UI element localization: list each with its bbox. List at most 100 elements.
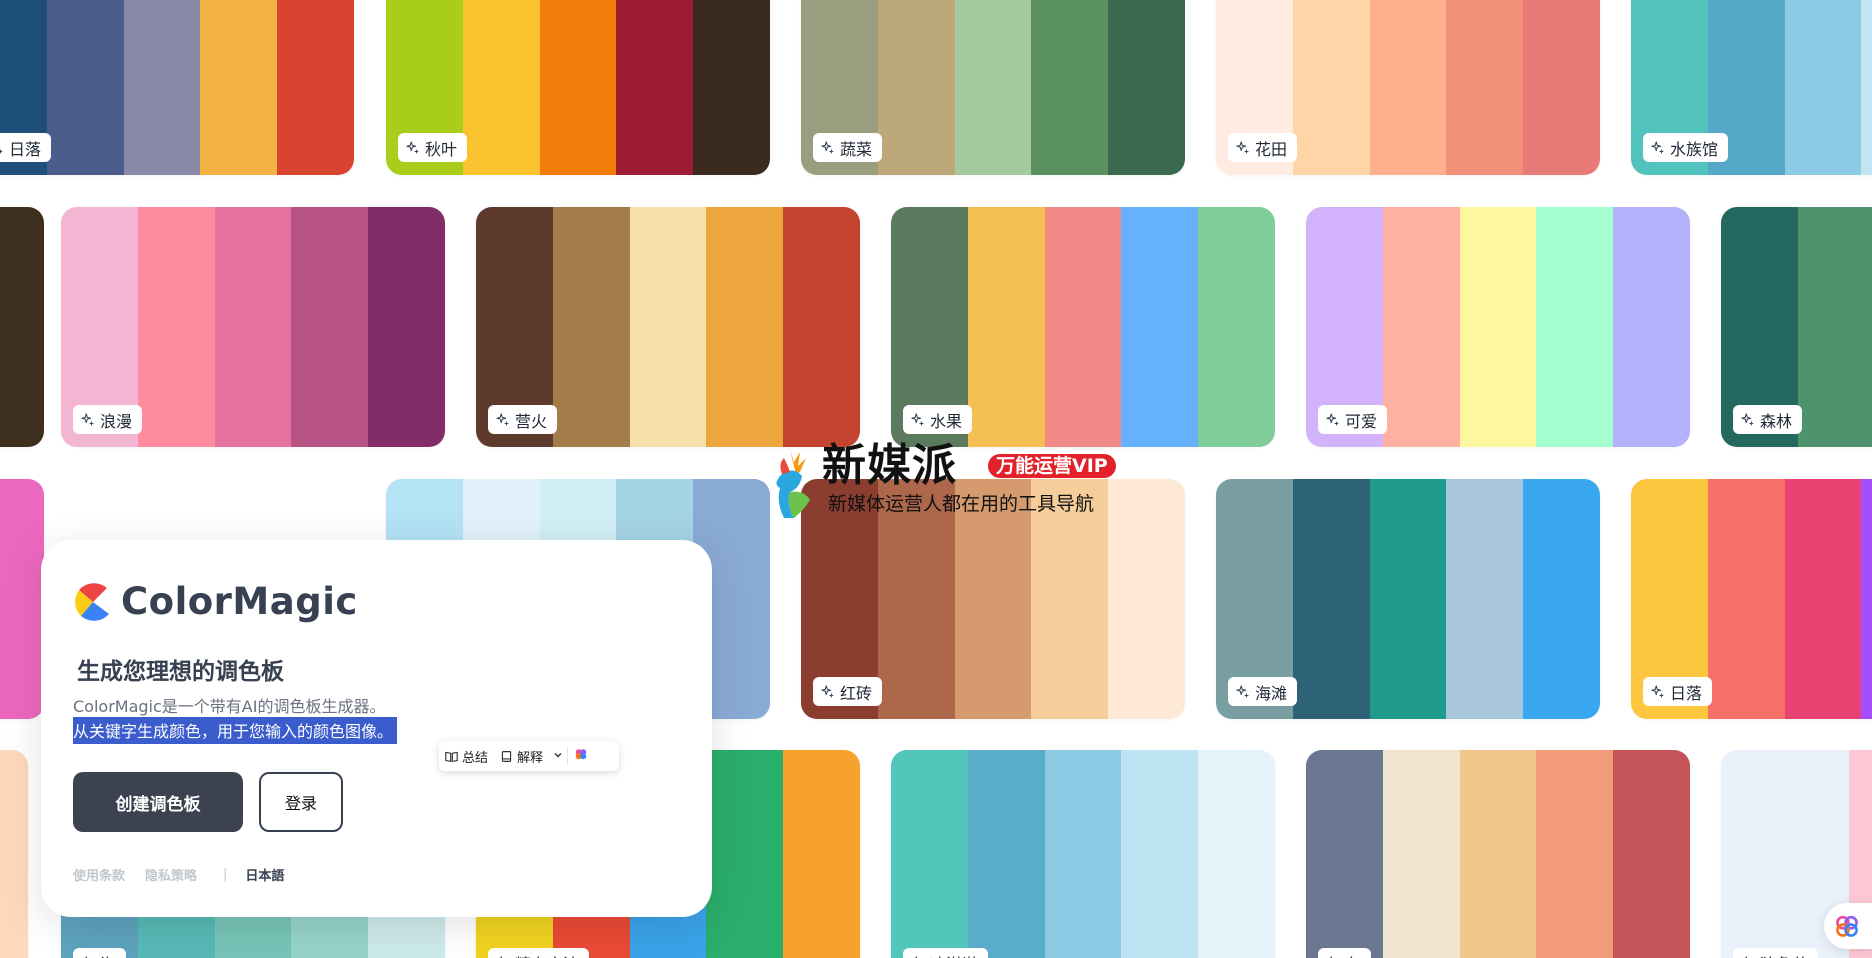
color-swatch[interactable] (891, 750, 968, 958)
color-swatch[interactable] (368, 207, 445, 447)
palette-card[interactable]: 蔬菜 (801, 0, 1185, 175)
color-swatch[interactable] (1613, 207, 1690, 447)
color-swatch[interactable] (1198, 207, 1275, 447)
color-swatch[interactable] (137, 207, 215, 447)
color-swatch[interactable] (629, 207, 707, 447)
color-swatch[interactable] (1613, 750, 1690, 958)
color-swatch[interactable] (1382, 207, 1460, 447)
color-swatch[interactable] (783, 207, 860, 447)
palette-card[interactable]: 秋叶 (386, 0, 770, 175)
color-swatch[interactable] (877, 0, 955, 175)
color-swatch[interactable] (1121, 750, 1199, 958)
color-swatch[interactable] (1382, 750, 1460, 958)
color-swatch[interactable] (1459, 750, 1537, 958)
color-swatch[interactable] (1292, 479, 1370, 719)
color-swatch[interactable] (954, 0, 1032, 175)
color-swatch[interactable] (693, 0, 770, 175)
palette-card[interactable]: 冰淇淋 (891, 750, 1275, 958)
palette-name-tag[interactable]: 冬 (1318, 948, 1372, 958)
palette-name-tag[interactable]: 水果 (903, 405, 973, 434)
privacy-link[interactable]: 隐私策略 (145, 865, 197, 884)
color-swatch[interactable] (1044, 207, 1122, 447)
color-swatch[interactable] (291, 207, 369, 447)
palette-card[interactable]: 森林 (1721, 207, 1872, 447)
create-palette-button[interactable]: 创建调色板 (73, 772, 243, 832)
palette-name-tag[interactable]: 日落 (0, 133, 52, 162)
color-swatch[interactable] (1198, 750, 1275, 958)
color-swatch[interactable] (1446, 0, 1524, 175)
color-swatch[interactable] (1523, 0, 1600, 175)
color-swatch[interactable] (1861, 0, 1872, 175)
palette-card[interactable] (0, 750, 28, 958)
color-swatch[interactable] (783, 750, 860, 958)
palette-card[interactable]: 冬 (1306, 750, 1690, 958)
summarize-button[interactable]: 总结 (439, 747, 494, 766)
more-actions-dropdown[interactable] (549, 749, 567, 764)
color-swatch[interactable] (1369, 0, 1447, 175)
palette-name-tag[interactable]: 森林 (1733, 405, 1803, 434)
palette-card[interactable]: 海滩 (1216, 479, 1600, 719)
color-swatch[interactable] (616, 0, 694, 175)
palette-card[interactable]: 水族馆 (1631, 0, 1872, 175)
color-swatch[interactable] (200, 0, 278, 175)
color-swatch[interactable] (46, 0, 124, 175)
palette-name-tag[interactable]: 海 (73, 948, 127, 958)
color-swatch[interactable] (1523, 479, 1600, 719)
color-swatch[interactable] (552, 207, 630, 447)
palette-card[interactable] (0, 207, 44, 447)
palette-card[interactable]: 日落 (0, 0, 354, 175)
palette-name-tag[interactable]: 营火 (488, 405, 558, 434)
color-swatch[interactable] (1536, 750, 1614, 958)
color-swatch[interactable] (123, 0, 201, 175)
palette-name-tag[interactable]: 精力充沛 (488, 948, 590, 958)
color-swatch[interactable] (1306, 750, 1383, 958)
color-swatch[interactable] (1369, 479, 1447, 719)
color-swatch[interactable] (706, 750, 784, 958)
color-swatch[interactable] (1784, 0, 1862, 175)
color-swatch[interactable] (967, 207, 1045, 447)
palette-name-tag[interactable]: 秋叶 (398, 133, 468, 162)
palette-card[interactable]: 营火 (476, 207, 860, 447)
ai-floating-button[interactable] (1824, 903, 1872, 949)
color-swatch[interactable] (1459, 207, 1537, 447)
color-swatch[interactable] (0, 207, 44, 447)
palette-name-tag[interactable]: 海滩 (1228, 677, 1298, 706)
ai-assistant-button[interactable] (568, 747, 594, 765)
palette-card[interactable]: 少 (0, 479, 44, 719)
palette-name-tag[interactable]: 冰淇淋 (903, 948, 989, 958)
palette-name-tag[interactable]: 可爱 (1318, 405, 1388, 434)
color-swatch[interactable] (706, 207, 784, 447)
color-swatch[interactable] (1121, 207, 1199, 447)
color-swatch[interactable] (1861, 479, 1872, 719)
palette-card[interactable]: 日落 (1631, 479, 1872, 719)
color-swatch[interactable] (1108, 0, 1185, 175)
palette-card[interactable]: 浪漫 (61, 207, 445, 447)
login-button[interactable]: 登录 (259, 772, 343, 832)
color-swatch[interactable] (1031, 0, 1109, 175)
palette-name-tag[interactable]: 独角兽 (1733, 948, 1819, 958)
palette-name-tag[interactable]: 水族馆 (1643, 133, 1729, 162)
color-swatch[interactable] (0, 750, 28, 958)
terms-link[interactable]: 使用条款 (73, 865, 125, 884)
color-swatch[interactable] (462, 0, 540, 175)
color-swatch[interactable] (1797, 207, 1872, 447)
palette-name-tag[interactable]: 花田 (1228, 133, 1298, 162)
color-swatch[interactable] (214, 207, 292, 447)
palette-card[interactable]: 花田 (1216, 0, 1600, 175)
palette-name-tag[interactable]: 红砖 (813, 677, 883, 706)
color-swatch[interactable] (539, 0, 617, 175)
color-swatch[interactable] (1044, 750, 1122, 958)
palette-name-tag[interactable]: 浪漫 (73, 405, 143, 434)
color-swatch[interactable] (1536, 207, 1614, 447)
palette-card[interactable]: 水果 (891, 207, 1275, 447)
palette-name-tag[interactable]: 蔬菜 (813, 133, 883, 162)
color-swatch[interactable] (1784, 479, 1862, 719)
color-swatch[interactable] (277, 0, 354, 175)
explain-button[interactable]: 解释 (494, 747, 549, 766)
color-swatch[interactable] (1446, 479, 1524, 719)
language-link[interactable]: 日本語 (245, 865, 284, 884)
color-swatch[interactable] (1292, 0, 1370, 175)
color-swatch[interactable] (967, 750, 1045, 958)
palette-card[interactable]: 可爱 (1306, 207, 1690, 447)
palette-name-tag[interactable]: 日落 (1643, 677, 1713, 706)
